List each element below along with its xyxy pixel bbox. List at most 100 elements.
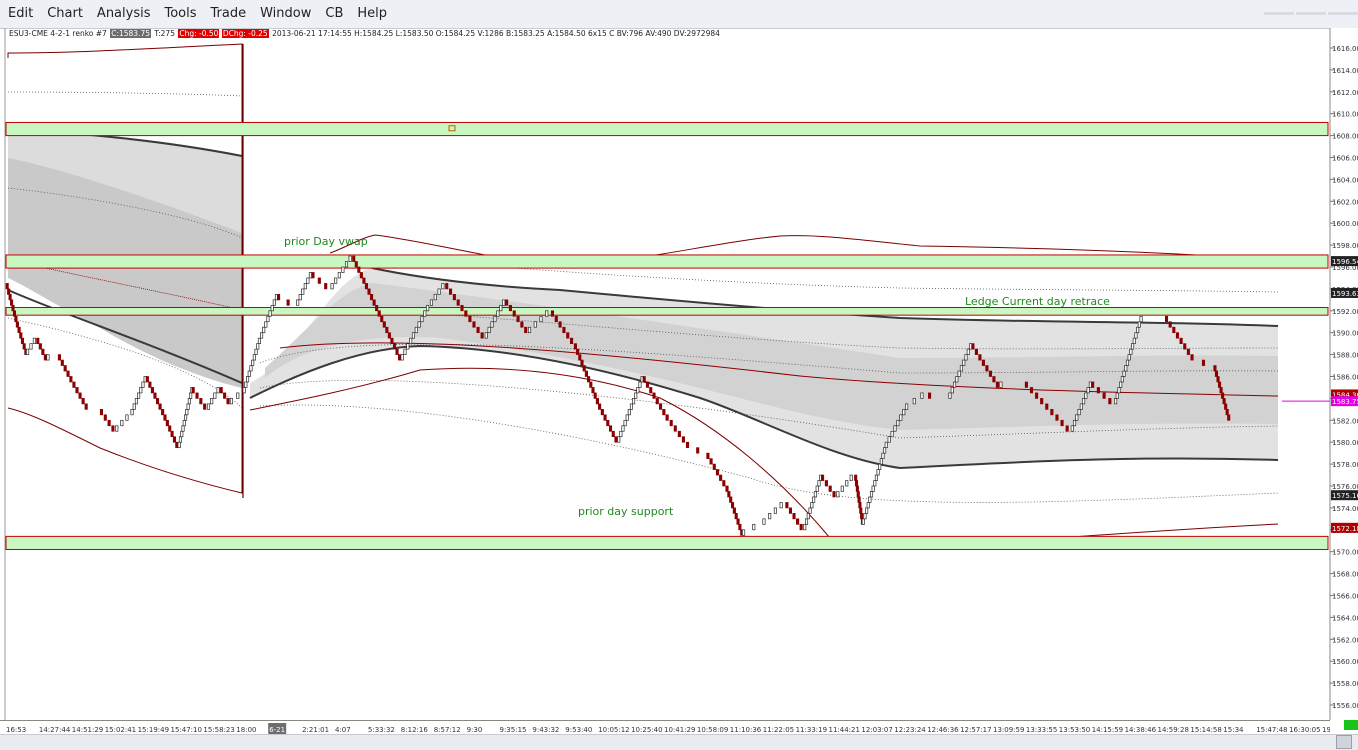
- time-tick-label: 16:53: [6, 726, 26, 734]
- renko-down-brick: [362, 277, 366, 284]
- renko-down-brick: [111, 425, 115, 432]
- price-zone: [5, 121, 1329, 137]
- renko-up-brick: [1122, 370, 1126, 377]
- renko-up-brick: [256, 343, 260, 350]
- renko-down-brick: [589, 381, 593, 388]
- renko-down-brick: [359, 272, 363, 279]
- renko-down-brick: [11, 304, 15, 312]
- renko-up-brick: [247, 370, 251, 377]
- time-tick-label: 12:23:24: [894, 726, 926, 734]
- renko-down-brick: [158, 403, 162, 410]
- renko-down-brick: [398, 354, 402, 361]
- renko-up-brick: [244, 381, 248, 388]
- scroll-right-button[interactable]: [1336, 735, 1352, 749]
- time-tick-label: 15:34: [1223, 726, 1244, 734]
- renko-up-brick: [964, 354, 968, 361]
- price-tick-label: 1566.00: [1332, 593, 1358, 601]
- status-close: C:1583.75: [110, 29, 151, 38]
- renko-up-brick: [180, 430, 184, 438]
- renko-up-brick: [341, 266, 345, 273]
- annotation-prior-day-vwap: prior Day vwap: [284, 235, 368, 248]
- renko-down-brick: [730, 502, 735, 509]
- renko-down-brick: [554, 315, 558, 323]
- renko-up-brick: [871, 485, 875, 492]
- renko-down-brick: [981, 359, 985, 366]
- renko-up-brick: [959, 365, 963, 372]
- renko-up-brick: [962, 359, 966, 366]
- renko-down-brick: [821, 474, 825, 481]
- renko-down-brick: [712, 463, 716, 470]
- connection-status-indicator: [1344, 720, 1358, 730]
- renko-down-brick: [600, 409, 604, 416]
- renko-up-brick: [817, 480, 821, 487]
- renko-down-brick: [449, 288, 453, 295]
- renko-down-brick: [1217, 381, 1222, 388]
- renko-up-brick: [120, 419, 124, 427]
- renko-down-brick: [685, 441, 690, 449]
- renko-chart[interactable]: 1616.00 1614.00 1612.00 1610.00 1608.00 1606.…: [0, 28, 1358, 720]
- renko-up-brick: [125, 414, 129, 421]
- renko-down-brick: [311, 272, 315, 279]
- renko-down-brick: [387, 332, 391, 339]
- close-button[interactable]: [1328, 12, 1358, 15]
- renko-up-brick: [627, 409, 631, 416]
- renko-up-brick: [426, 304, 430, 312]
- time-tick-label: 12:57:17: [960, 726, 991, 734]
- bottom-scrollbar[interactable]: [0, 734, 1358, 750]
- renko-up-brick: [189, 392, 193, 399]
- price-tick-label: 1616.00: [1332, 45, 1358, 53]
- renko-down-brick: [191, 387, 195, 394]
- renko-down-brick: [578, 354, 582, 361]
- renko-up-brick: [950, 387, 954, 394]
- time-tick-label: 4:07: [335, 726, 351, 734]
- time-axis: 16:53 14:27:44 14:51:29 15:02:41 15:19:49 15:…: [0, 720, 1354, 735]
- menu-cb[interactable]: CB: [318, 0, 350, 28]
- renko-up-brick: [632, 398, 636, 405]
- renko-down-brick: [1172, 326, 1176, 334]
- renko-up-brick: [178, 436, 183, 443]
- chart-area[interactable]: 1616.00 1614.00 1612.00 1610.00 1608.00 1606.…: [0, 28, 1358, 720]
- renko-up-brick: [905, 403, 909, 410]
- renko-down-brick: [155, 398, 160, 405]
- renko-up-brick: [869, 491, 874, 498]
- renko-up-brick: [1072, 419, 1077, 427]
- status-chg: Chg: -0.50: [178, 29, 220, 38]
- renko-up-brick: [46, 354, 50, 361]
- menu-edit[interactable]: Edit: [0, 0, 40, 28]
- menu-chart[interactable]: Chart: [40, 0, 90, 28]
- renko-down-brick: [1065, 425, 1069, 432]
- renko-down-brick: [799, 523, 803, 531]
- renko-down-brick: [392, 343, 397, 350]
- renko-down-brick: [832, 491, 836, 498]
- menu-window[interactable]: Window: [253, 0, 318, 28]
- time-tick-label: 11:22:05: [763, 726, 794, 734]
- renko-down-brick: [103, 414, 107, 421]
- minimize-button[interactable]: [1264, 12, 1294, 15]
- renko-up-brick: [186, 403, 190, 410]
- renko-down-brick: [659, 403, 663, 410]
- renko-up-brick: [411, 332, 416, 339]
- renko-up-brick: [920, 392, 924, 399]
- renko-up-brick: [249, 365, 253, 372]
- renko-up-brick: [533, 321, 537, 328]
- renko-down-brick: [385, 326, 389, 334]
- renko-down-brick: [505, 299, 509, 306]
- renko-down-brick: [587, 376, 591, 383]
- renko-up-brick: [883, 447, 887, 454]
- maximize-button[interactable]: [1296, 12, 1326, 15]
- renko-down-brick: [715, 469, 720, 476]
- menu-analysis[interactable]: Analysis: [90, 0, 158, 28]
- price-tick-label: 1582.00: [1332, 417, 1358, 425]
- time-tick-label: 14:27:44: [39, 726, 71, 734]
- renko-down-brick: [985, 365, 989, 372]
- menu-trade[interactable]: Trade: [204, 0, 254, 28]
- menu-help[interactable]: Help: [350, 0, 394, 28]
- renko-up-brick: [545, 310, 549, 317]
- renko-down-brick: [1219, 387, 1223, 394]
- price-tick-label: 1570.00: [1332, 549, 1358, 557]
- renko-down-brick: [99, 409, 104, 416]
- price-tick-label: 1608.00: [1332, 133, 1358, 141]
- price-tick-label: 1578.00: [1332, 461, 1358, 469]
- menu-tools[interactable]: Tools: [157, 0, 203, 28]
- renko-down-brick: [582, 365, 586, 372]
